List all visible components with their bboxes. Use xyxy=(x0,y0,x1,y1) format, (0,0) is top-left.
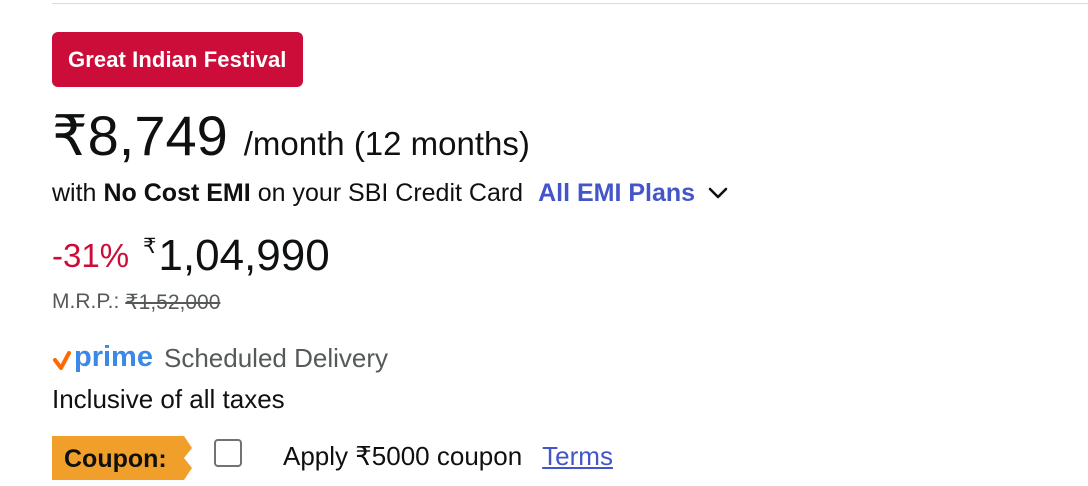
terms-link[interactable]: Terms xyxy=(542,441,613,472)
price-value: 1,04,990 xyxy=(158,231,330,280)
tax-note-text: Inclusive of all taxes xyxy=(52,383,285,414)
all-emi-plans-link[interactable]: All EMI Plans xyxy=(538,179,729,208)
svg-text:prime: prime xyxy=(74,341,153,373)
prime-logo-icon: prime xyxy=(53,341,153,373)
mrp-row: M.R.P.: ₹1,52,000 xyxy=(52,287,220,317)
coupon-tag-label: Coupon: xyxy=(64,444,167,473)
current-price: ₹ 1,04,990 xyxy=(143,232,330,280)
delivery-row: prime Scheduled Delivery xyxy=(52,340,388,376)
currency-symbol: ₹ xyxy=(143,235,157,258)
all-emi-plans-label: All EMI Plans xyxy=(538,178,696,207)
apply-coupon-checkbox[interactable] xyxy=(214,439,242,467)
emi-price: ₹8,749 xyxy=(52,104,228,167)
apply-coupon-text[interactable]: Apply ₹5000 coupon xyxy=(283,441,522,472)
emi-suffix: on your SBI Credit Card xyxy=(257,178,524,207)
chevron-down-icon xyxy=(708,187,728,199)
emi-description: with No Cost EMI on your SBI Credit Card… xyxy=(52,175,729,211)
delivery-text: Scheduled Delivery xyxy=(164,342,389,373)
discount-percentage: -31% xyxy=(52,237,130,274)
tax-note: Inclusive of all taxes xyxy=(52,382,285,416)
deal-badge-label: Great Indian Festival xyxy=(68,46,287,72)
deal-badge: Great Indian Festival xyxy=(52,32,303,87)
coupon-row: Coupon: Apply ₹5000 coupon Terms xyxy=(52,432,613,480)
emi-price-row: ₹8,749 /month (12 months) xyxy=(52,103,530,169)
divider xyxy=(52,3,1088,4)
coupon-tag: Coupon: xyxy=(52,432,192,480)
product-price-panel: Great Indian Festival ₹8,749 /month (12 … xyxy=(0,0,1088,486)
emi-period: /month (12 months) xyxy=(243,125,530,162)
mrp-value: ₹1,52,000 xyxy=(125,290,221,314)
price-row: -31% ₹ 1,04,990 xyxy=(52,228,330,284)
no-cost-emi-label: No Cost EMI xyxy=(103,178,251,207)
emi-prefix: with xyxy=(52,178,97,207)
mrp-label: M.R.P.: xyxy=(52,290,120,313)
